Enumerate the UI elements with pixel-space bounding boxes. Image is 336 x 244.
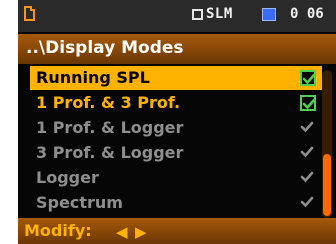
scrollbar[interactable] [322, 70, 332, 218]
list-item[interactable]: Spectrum [30, 191, 322, 215]
list-item[interactable]: Running SPL [30, 66, 322, 90]
page-title: ..\Display Modes [26, 38, 184, 58]
mode-label: SLM [206, 6, 233, 22]
list-item[interactable]: Logger [30, 166, 322, 190]
checked-checkbox-icon[interactable] [300, 70, 316, 86]
status-bar: SLM 0 06 [18, 0, 336, 32]
list-item-label: Logger [36, 168, 99, 187]
list-item[interactable]: 1 Prof. & 3 Prof. [30, 91, 322, 115]
list-item[interactable]: 1 Prof. & Logger [30, 116, 322, 140]
footer-bar: Modify: ◀ ▶ [18, 218, 336, 244]
modify-label: Modify: [24, 221, 92, 240]
clock: 0 06 [290, 6, 324, 22]
mode-indicator-icon [192, 9, 203, 20]
list-item-label: 1 Prof. & 3 Prof. [36, 93, 181, 112]
check-icon[interactable] [300, 120, 316, 136]
list-item-label: Spectrum [36, 193, 123, 212]
right-arrow-icon[interactable]: ▶ [135, 223, 147, 241]
battery-icon [262, 8, 276, 21]
device-screen: SLM 0 06 ..\Display Modes Running SPL 1 P… [18, 0, 336, 244]
check-icon[interactable] [300, 170, 316, 186]
list-item-label: 3 Prof. & Logger [36, 143, 184, 162]
checked-checkbox-icon[interactable] [300, 95, 316, 111]
title-bar: ..\Display Modes [18, 34, 336, 64]
list-item-label: Running SPL [36, 68, 150, 87]
check-icon[interactable] [300, 145, 316, 161]
list-item[interactable]: 3 Prof. & Logger [30, 141, 322, 165]
scrollbar-thumb[interactable] [323, 154, 331, 216]
file-icon[interactable] [24, 6, 35, 21]
left-arrow-icon[interactable]: ◀ [116, 223, 128, 241]
list-item-label: 1 Prof. & Logger [36, 118, 184, 137]
check-icon[interactable] [300, 195, 316, 211]
